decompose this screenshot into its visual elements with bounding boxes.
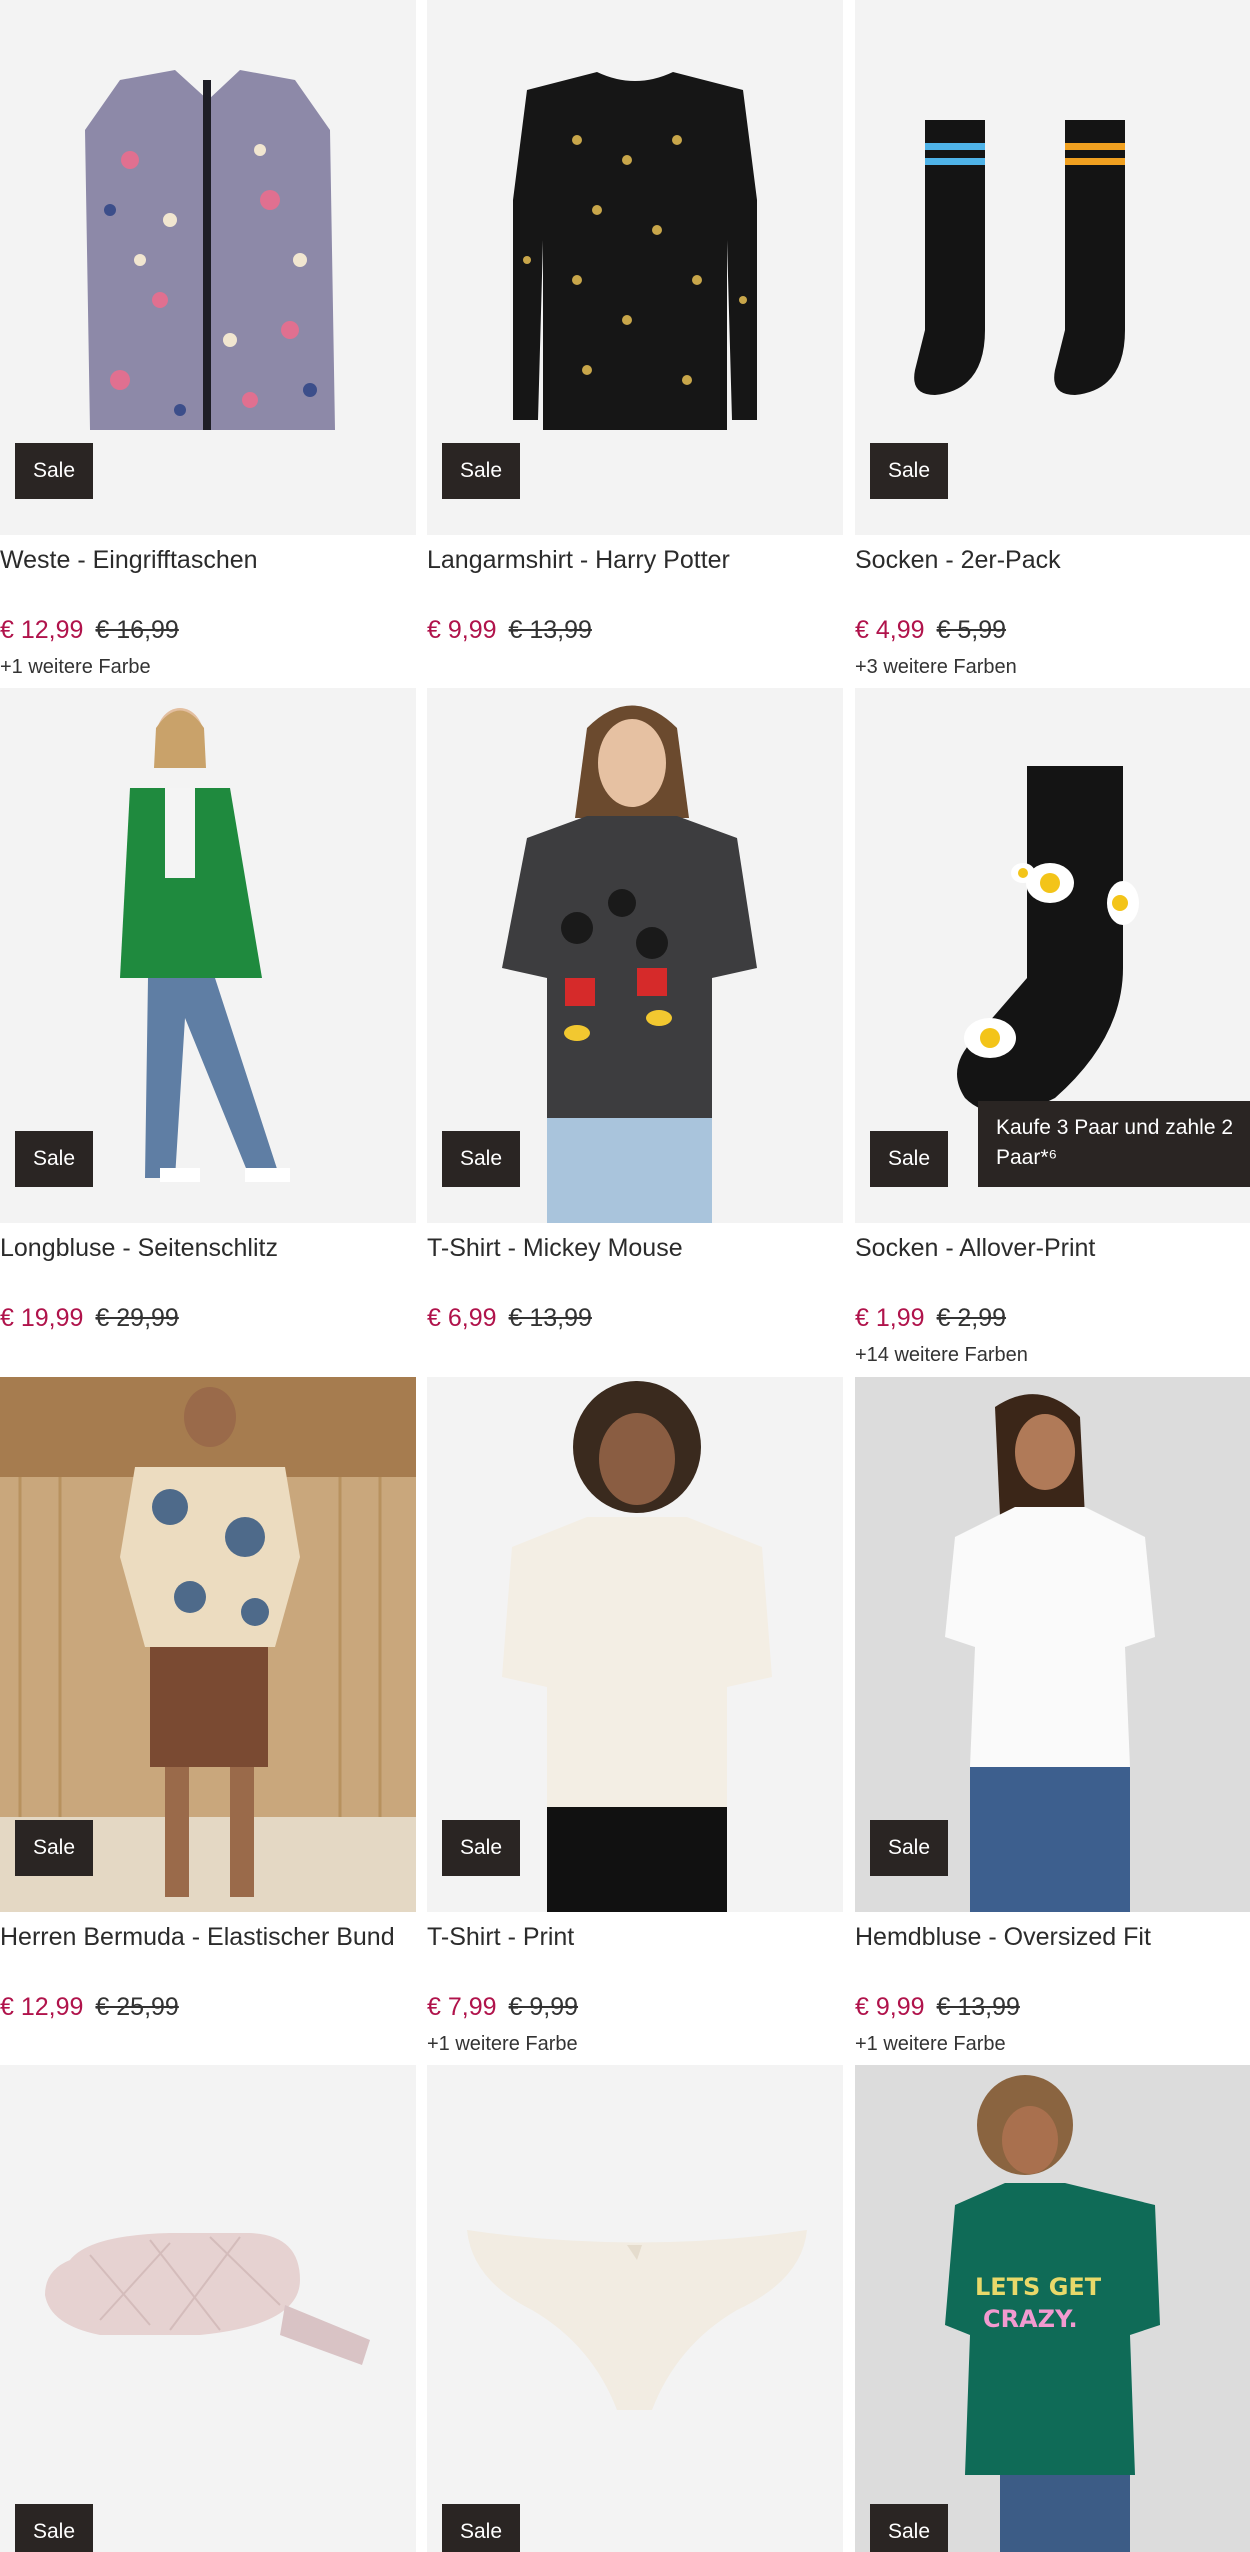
product-image[interactable]: Sale	[427, 1377, 843, 1912]
product-image[interactable]: Sale	[0, 688, 416, 1223]
product-card[interactable]: Sale Langarmshirt - Harry Potter € 9,99 €…	[427, 0, 843, 688]
promo-badge: Kaufe 3 Paar und zahle 2 Paar*⁶	[978, 1101, 1250, 1187]
sale-badge: Sale	[442, 1131, 520, 1187]
sale-badge: Sale	[442, 1820, 520, 1876]
sale-badge: Sale	[15, 1820, 93, 1876]
product-image[interactable]: Sale	[855, 1377, 1250, 1912]
product-price: € 9,99 € 13,99	[427, 616, 592, 645]
sale-badge: Sale	[870, 2504, 948, 2552]
product-title[interactable]: T-Shirt - Mickey Mouse	[427, 1234, 683, 1263]
sale-badge: Sale	[15, 2504, 93, 2552]
sale-price: € 6,99	[427, 1304, 497, 1332]
product-card[interactable]: Sale T-Shirt - Mickey Mouse € 6,99 € 13,9…	[427, 688, 843, 1376]
original-price: € 5,99	[936, 616, 1007, 644]
product-price: € 12,99 € 16,99	[0, 616, 179, 645]
product-price: € 7,99 € 9,99	[427, 1993, 578, 2022]
product-image[interactable]: Sale	[855, 0, 1250, 535]
sale-price: € 9,99	[427, 616, 497, 644]
sale-price: € 9,99	[855, 1993, 925, 2021]
product-title[interactable]: Socken - 2er-Pack	[855, 546, 1061, 575]
sale-price: € 19,99	[0, 1304, 84, 1332]
more-colors-label: +3 weitere Farben	[855, 656, 1017, 678]
product-card[interactable]: Sale	[0, 2065, 416, 2552]
product-price: € 19,99 € 29,99	[0, 1304, 179, 1333]
green-tshirt-model-image: LETS GET CRAZY.	[945, 2075, 1160, 2552]
product-image[interactable]: LETS GET CRAZY. Sale	[855, 2065, 1250, 2552]
original-price: € 16,99	[95, 616, 179, 644]
product-title[interactable]: Socken - Allover-Print	[855, 1234, 1095, 1263]
sale-badge: Sale	[870, 443, 948, 499]
product-image[interactable]: Sale Kaufe 3 Paar und zahle 2 Paar*⁶	[855, 688, 1250, 1223]
product-title[interactable]: Langarmshirt - Harry Potter	[427, 546, 730, 575]
product-price: € 1,99 € 2,99	[855, 1304, 1006, 1333]
sale-price: € 1,99	[855, 1304, 925, 1332]
sale-price: € 7,99	[427, 1993, 497, 2021]
sale-badge: Sale	[870, 1820, 948, 1876]
belt-bag-image	[45, 2233, 370, 2365]
more-colors-label: +1 weitere Farbe	[427, 2033, 578, 2055]
sale-badge: Sale	[15, 1131, 93, 1187]
product-price: € 6,99 € 13,99	[427, 1304, 592, 1333]
product-image[interactable]: Sale	[0, 0, 416, 535]
product-price: € 9,99 € 13,99	[855, 1993, 1020, 2022]
product-title[interactable]: Longbluse - Seitenschlitz	[0, 1234, 278, 1263]
more-colors-label: +1 weitere Farbe	[855, 2033, 1006, 2055]
product-price: € 12,99 € 25,99	[0, 1993, 179, 2022]
svg-text:CRAZY.: CRAZY.	[983, 2305, 1078, 2333]
more-colors-label: +14 weitere Farben	[855, 1344, 1028, 1366]
product-image[interactable]: Sale	[427, 0, 843, 535]
sale-badge: Sale	[15, 443, 93, 499]
product-card[interactable]: LETS GET CRAZY. Sale	[855, 2065, 1250, 2552]
briefs-image	[467, 2230, 807, 2410]
sale-price: € 12,99	[0, 616, 84, 644]
product-card[interactable]: Sale Socken - 2er-Pack € 4,99 € 5,99 +3 w…	[855, 0, 1250, 688]
product-title[interactable]: Weste - Eingrifftaschen	[0, 546, 258, 575]
svg-text:LETS GET: LETS GET	[975, 2273, 1102, 2301]
original-price: € 25,99	[95, 1993, 179, 2021]
product-title[interactable]: Hemdbluse - Oversized Fit	[855, 1923, 1151, 1952]
product-card[interactable]: Sale Herren Bermuda - Elastischer Bund €…	[0, 1377, 416, 2065]
original-price: € 2,99	[936, 1304, 1007, 1332]
product-card[interactable]: Sale Weste - Eingrifftaschen € 12,99 € 16…	[0, 0, 416, 688]
sale-badge: Sale	[870, 1131, 948, 1187]
sale-price: € 12,99	[0, 1993, 84, 2021]
original-price: € 9,99	[508, 1993, 579, 2021]
sale-badge: Sale	[442, 443, 520, 499]
original-price: € 13,99	[508, 1304, 592, 1332]
product-card[interactable]: Sale Kaufe 3 Paar und zahle 2 Paar*⁶ Soc…	[855, 688, 1250, 1376]
product-card[interactable]: Sale Hemdbluse - Oversized Fit € 9,99 € 1…	[855, 1377, 1250, 2065]
product-image[interactable]: Sale	[427, 2065, 843, 2552]
product-card[interactable]: Sale	[427, 2065, 843, 2552]
product-image[interactable]: Sale	[0, 1377, 416, 1912]
product-image[interactable]: Sale	[427, 688, 843, 1223]
product-title[interactable]: Herren Bermuda - Elastischer Bund	[0, 1923, 395, 1952]
sale-price: € 4,99	[855, 616, 925, 644]
original-price: € 13,99	[508, 616, 592, 644]
product-image[interactable]: Sale	[0, 2065, 416, 2552]
original-price: € 13,99	[936, 1993, 1020, 2021]
sale-badge: Sale	[442, 2504, 520, 2552]
original-price: € 29,99	[95, 1304, 179, 1332]
product-price: € 4,99 € 5,99	[855, 616, 1006, 645]
product-card[interactable]: Sale T-Shirt - Print € 7,99 € 9,99 +1 wei…	[427, 1377, 843, 2065]
product-title[interactable]: T-Shirt - Print	[427, 1923, 574, 1952]
more-colors-label: +1 weitere Farbe	[0, 656, 151, 678]
product-card[interactable]: Sale Longbluse - Seitenschlitz € 19,99 € …	[0, 688, 416, 1376]
product-grid: Sale Weste - Eingrifftaschen € 12,99 € 16…	[0, 0, 1250, 2552]
